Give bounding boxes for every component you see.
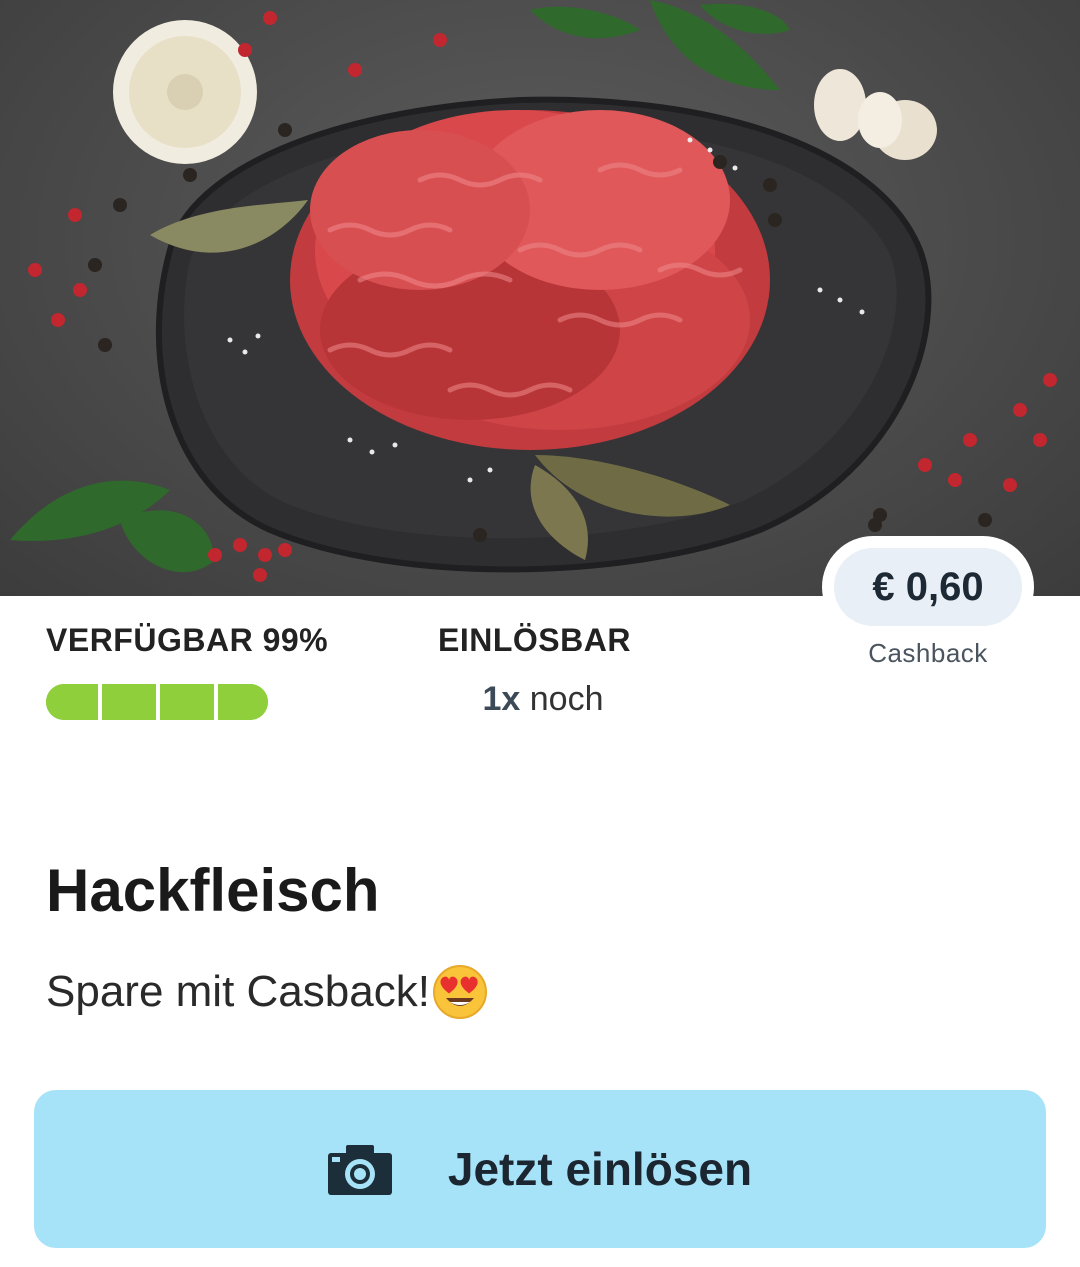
product-image	[0, 0, 1080, 596]
heart-eyes-emoji-icon	[432, 964, 488, 1020]
offer-subtitle-text: Spare mit Casback!	[46, 967, 430, 1016]
progress-segment	[102, 684, 160, 720]
redeemable-label: EINLÖSBAR	[438, 622, 631, 658]
progress-segment	[160, 684, 218, 720]
redeem-now-button[interactable]: Jetzt einlösen	[34, 1090, 1046, 1248]
camera-icon	[327, 1143, 392, 1195]
cashback-badge: € 0,60	[822, 536, 1034, 638]
redeem-now-label: Jetzt einlösen	[447, 1143, 753, 1195]
progress-segment	[46, 684, 102, 720]
availability-label: VERFÜGBAR 99%	[46, 622, 329, 658]
cashback-amount: € 0,60	[834, 548, 1022, 626]
offer-subtitle: Spare mit Casback!	[46, 964, 488, 1020]
offer-detail-page: € 0,60 Cashback VERFÜGBAR 99% EINLÖSBAR …	[0, 0, 1080, 1267]
redeemable-count: 1x noch	[438, 680, 648, 719]
redeemable-count-suffix: noch	[529, 680, 604, 718]
availability-progress-bar	[46, 684, 268, 720]
progress-segment	[218, 684, 268, 720]
redeemable-count-value: 1x	[482, 680, 521, 718]
cashback-label: Cashback	[868, 638, 988, 668]
offer-title: Hackfleisch	[46, 857, 380, 924]
